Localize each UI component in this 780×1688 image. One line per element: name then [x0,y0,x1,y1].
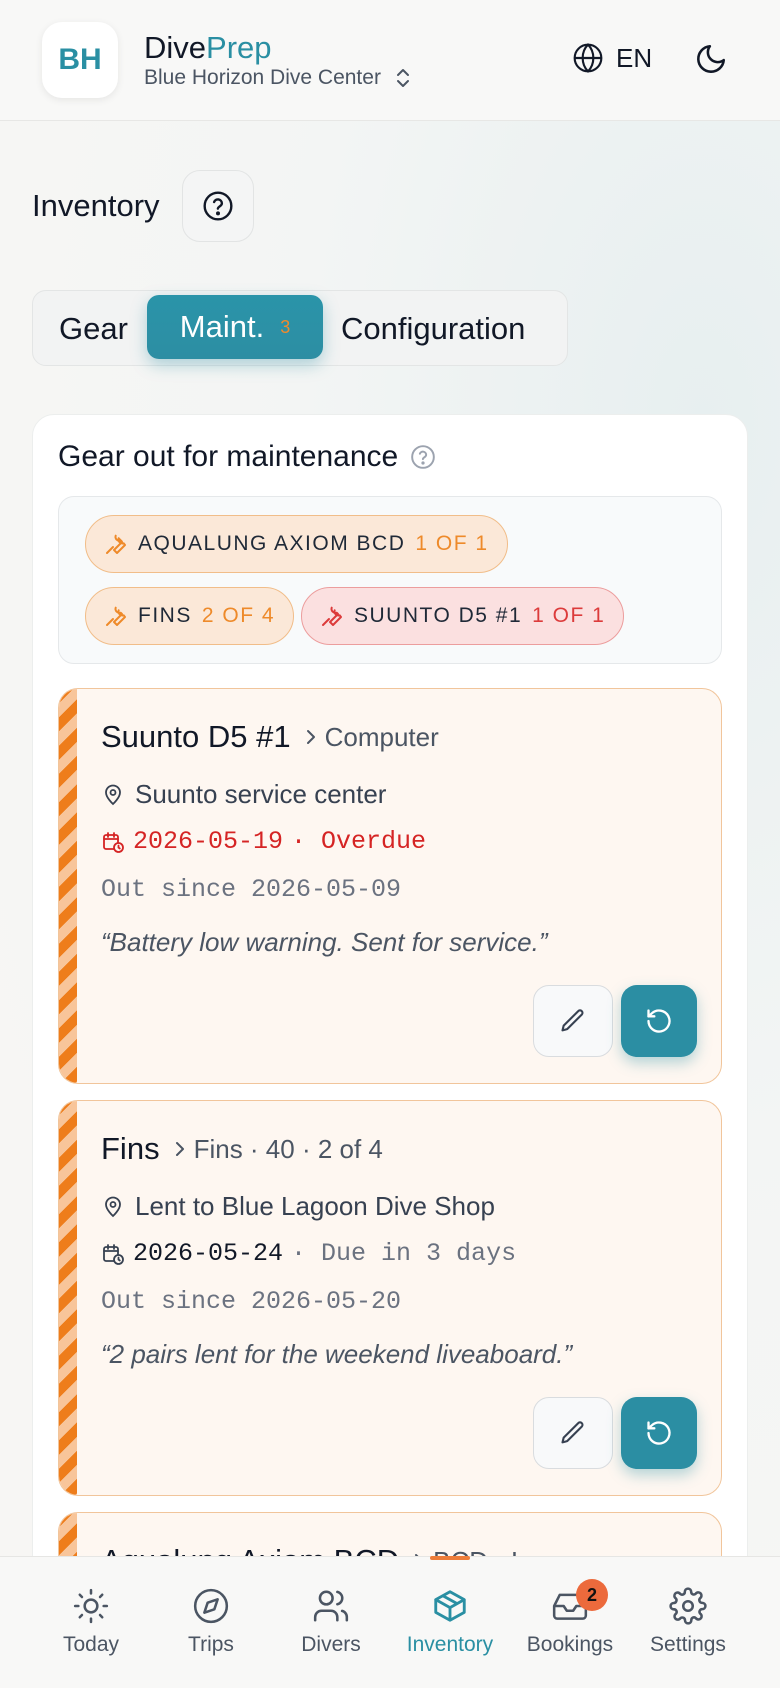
item-name: Fins [101,1131,160,1166]
nav-label: Trips [188,1633,234,1656]
dive-center-name: Blue Horizon Dive Center [144,66,381,89]
wrench-icon [106,534,126,554]
rotate-ccw-icon [647,1421,671,1445]
bottom-navigation: Today Trips Divers Inventory 2 Bookings … [0,1556,780,1688]
item-location: Suunto service center [101,779,386,810]
users-icon [313,1590,349,1622]
language-code: EN [616,42,653,73]
sun-icon [73,1588,109,1624]
page-title: Inventory [32,188,160,223]
nav-item-trips[interactable]: Trips [151,1557,271,1688]
question-circle-icon [203,191,233,221]
rotate-ccw-icon [647,1009,671,1033]
tab-maintenance[interactable]: Maint. 3 [147,295,323,359]
item-due-date: 2026-05-19 · Overdue [101,827,426,856]
active-scroll-indicator [430,1556,470,1560]
item-out-since: Out since 2026-05-20 [101,1287,402,1316]
chip-aqualung-axiom-bcd[interactable]: AQUALUNG AXIOM BCD 1 OF 1 [85,515,508,573]
nav-item-bookings[interactable]: 2 Bookings [510,1557,630,1688]
pencil-icon [561,1421,584,1444]
calendar-clock-icon [103,831,124,853]
nav-label: Settings [650,1633,726,1656]
item-name: Suunto D5 #1 [101,719,291,754]
nav-item-inventory[interactable]: Inventory [390,1557,510,1688]
nav-item-settings[interactable]: Settings [628,1557,748,1688]
compass-icon [193,1588,229,1624]
chip-label: SUUNTO D5 #1 [354,604,523,627]
globe-icon [573,43,603,73]
pencil-icon [561,1009,584,1032]
due-status: · Due in 3 days [291,1239,517,1268]
calendar-clock-icon [103,1243,124,1265]
dive-center-logo[interactable]: BH [42,22,118,98]
gear-icon [669,1587,707,1625]
map-pin-icon [105,784,121,805]
maintenance-summary-chips: AQUALUNG AXIOM BCD 1 OF 1 FINS 2 OF 4 SU… [58,496,722,664]
wrench-icon [106,606,126,626]
chip-count: 2 OF 4 [201,604,276,627]
tab-maintenance-label: Maint. [179,309,265,344]
nav-item-divers[interactable]: Divers [271,1557,391,1688]
info-help-icon[interactable] [410,444,436,470]
maintenance-item: Suunto D5 #1 Computer Suunto service cen… [58,688,722,1084]
language-switcher[interactable]: EN [572,42,652,74]
map-pin-icon [105,1196,121,1217]
chevron-right-icon [306,730,315,744]
edit-button[interactable] [533,985,613,1057]
item-out-since: Out since 2026-05-09 [101,875,402,904]
tab-maintenance-count: 3 [280,316,291,337]
section-title: Gear out for maintenance [58,440,436,474]
item-category-text: Computer [324,721,439,752]
nav-label: Inventory [406,1633,494,1656]
brand-text-accent: Prep [206,30,272,65]
inventory-tabs: Gear Maint. 3 Configuration [32,290,568,366]
help-button[interactable] [182,170,254,242]
item-category-text: Fins · 40 · 2 of 4 [193,1133,383,1164]
item-due-date: 2026-05-24 · Due in 3 days [101,1239,516,1268]
tab-gear[interactable]: Gear [59,291,128,367]
return-from-maintenance-button[interactable] [621,1397,697,1469]
item-note: “2 pairs lent for the weekend liveaboard… [101,1339,573,1369]
app-header: BH DivePrep Blue Horizon Dive Center EN [0,0,780,121]
brand-text: Dive [144,30,207,65]
item-category[interactable]: Computer [303,722,439,753]
chevron-up-down-icon [396,69,409,87]
return-from-maintenance-button[interactable] [621,985,697,1057]
item-header: Fins Fins · 40 · 2 of 4 [101,1131,383,1167]
chevron-right-icon [175,1142,184,1156]
bookings-badge: 2 [576,1579,608,1611]
tab-configuration[interactable]: Configuration [341,291,525,367]
chip-suunto-d5[interactable]: SUUNTO D5 #1 1 OF 1 [301,587,625,645]
status-stripe [59,1101,77,1495]
nav-label: Divers [301,1633,361,1656]
chip-label: FINS [138,604,192,627]
chip-count: 1 OF 1 [532,604,606,627]
item-location: Lent to Blue Lagoon Dive Shop [101,1191,495,1222]
item-location-text: Suunto service center [135,779,387,809]
due-status: · Overdue [291,827,427,856]
nav-label: Today [62,1633,120,1656]
wrench-icon [322,606,342,626]
moon-icon [697,44,726,73]
item-location-text: Lent to Blue Lagoon Dive Shop [135,1191,495,1221]
chip-count: 1 OF 1 [415,532,489,555]
status-stripe [59,689,77,1083]
nav-label: Bookings [526,1633,614,1656]
chip-label: AQUALUNG AXIOM BCD [138,532,406,555]
theme-toggle[interactable] [694,42,728,81]
item-header: Suunto D5 #1 Computer [101,719,439,755]
due-date-value: 2026-05-24 [133,1239,284,1268]
dive-center-switcher[interactable]: Blue Horizon Dive Center [144,66,411,90]
maintenance-item: Fins Fins · 40 · 2 of 4 Lent to Blue Lag… [58,1100,722,1496]
item-category[interactable]: Fins · 40 · 2 of 4 [172,1134,383,1165]
app-brand: DivePrep [144,30,272,66]
item-note: “Battery low warning. Sent for service.” [101,927,548,957]
section-title-text: Gear out for maintenance [58,440,399,473]
chip-fins[interactable]: FINS 2 OF 4 [85,587,295,645]
box-icon [434,1590,466,1622]
due-date-value: 2026-05-19 [133,827,284,856]
nav-item-today[interactable]: Today [31,1557,151,1688]
edit-button[interactable] [533,1397,613,1469]
